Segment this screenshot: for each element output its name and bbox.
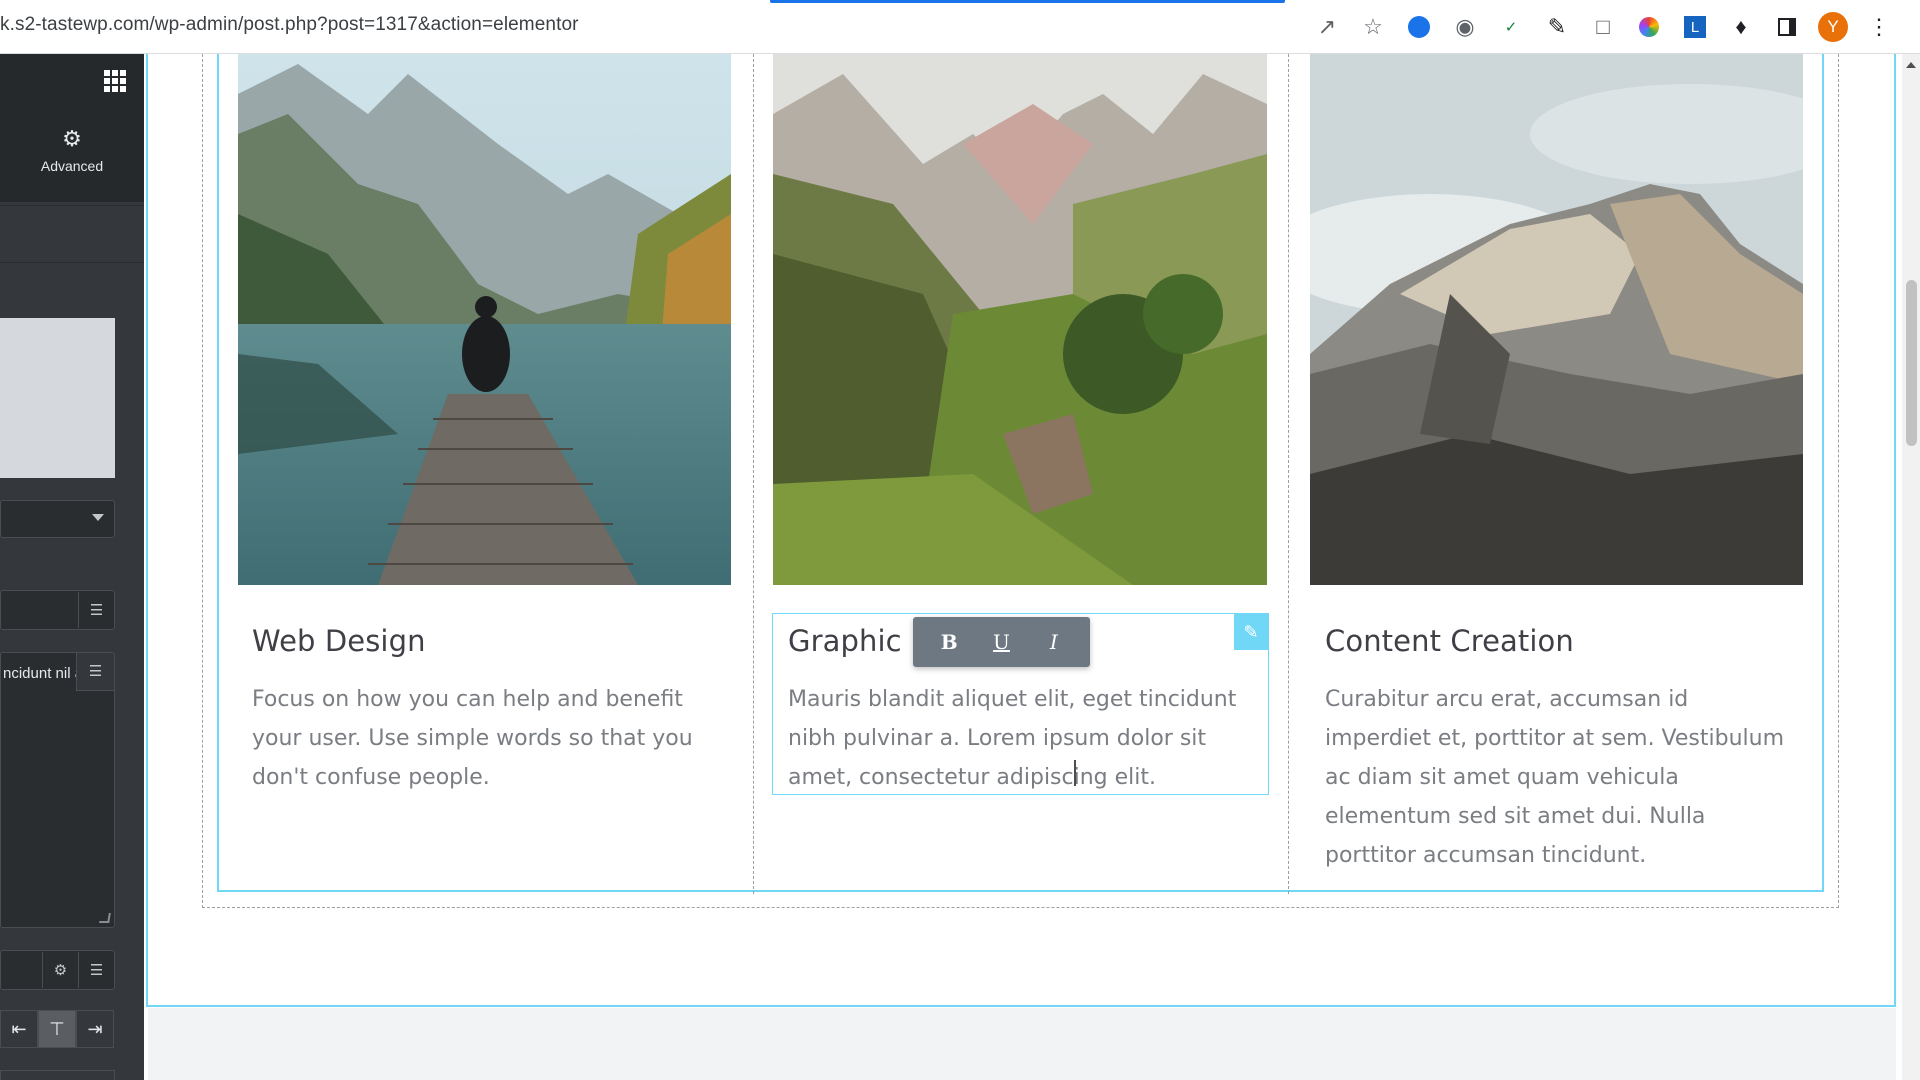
scroll-thumb[interactable] (1906, 280, 1917, 446)
pencil-icon: ✎ (1243, 621, 1259, 642)
panel-divider (0, 205, 144, 206)
resize-handle-icon[interactable] (99, 913, 111, 923)
camera-icon[interactable]: ◉ (1442, 10, 1488, 44)
image-green-valley[interactable] (773, 54, 1267, 585)
align-top-icon[interactable]: ⊤ (38, 1010, 76, 1048)
browser-address-bar: k.s2-tastewp.com/wp-admin/post.php?post=… (0, 0, 1920, 54)
pen-icon[interactable]: ✎ (1534, 10, 1580, 44)
card-text[interactable]: Focus on how you can help and benefit yo… (252, 680, 722, 797)
puzzle-icon[interactable]: ♦ (1718, 10, 1764, 44)
description-textarea[interactable]: ncidunt nil amet, ☰ (0, 652, 115, 928)
star-icon[interactable]: ☆ (1350, 10, 1396, 44)
url-field[interactable]: k.s2-tastewp.com/wp-admin/post.php?post=… (0, 14, 579, 36)
screen-capture-icon[interactable]: □ (1580, 10, 1626, 44)
gear-icon[interactable]: ⚙ (42, 952, 78, 988)
dynamic-tags-icon[interactable]: ☰ (78, 592, 114, 628)
tab-advanced[interactable]: ⚙ Advanced (0, 110, 144, 202)
text-caret (1074, 760, 1076, 786)
alignment-control: ⇤ ⊤ ⇥ (0, 1010, 115, 1048)
link-input[interactable]: ☰ (0, 590, 115, 630)
panel-header (0, 54, 144, 110)
card-text[interactable]: Curabitur arcu erat, accumsan id imperdi… (1325, 680, 1795, 875)
media-preview[interactable] (0, 318, 115, 478)
avatar: Y (1818, 12, 1848, 42)
column-divider (1288, 54, 1289, 894)
card-title[interactable]: Graphic D (788, 624, 933, 658)
underline-button[interactable]: U (981, 630, 1021, 654)
dynamic-tags-icon[interactable]: ☰ (78, 952, 114, 988)
menu-dots-icon[interactable]: ⋮ (1856, 10, 1902, 44)
page-scrollbar[interactable] (1902, 54, 1920, 1080)
color-wheel-icon[interactable] (1626, 10, 1672, 44)
card-text[interactable]: Mauris blandit aliquet elit, eget tincid… (788, 680, 1258, 797)
align-left-icon[interactable]: ⇤ (0, 1010, 38, 1048)
image-cliff-mountain[interactable] (1310, 54, 1803, 585)
active-tab-indicator (770, 0, 1285, 3)
size-select[interactable] (0, 500, 115, 538)
tab-advanced-label: Advanced (40, 158, 104, 174)
abc-check-icon[interactable]: ✓ (1488, 10, 1534, 44)
extension-blue-icon[interactable] (1396, 10, 1442, 44)
bold-button[interactable]: B (929, 630, 969, 654)
widgets-grid-icon[interactable] (104, 70, 126, 92)
chevron-down-icon (92, 514, 104, 521)
card-title[interactable]: Web Design (252, 624, 426, 658)
dynamic-tags-icon[interactable]: ☰ (76, 653, 114, 691)
panel-divider (0, 262, 144, 263)
gear-icon: ⚙ (62, 126, 82, 151)
image-lake-dock[interactable] (238, 54, 731, 585)
align-right-icon[interactable]: ⇥ (76, 1010, 114, 1048)
l-extension-icon[interactable]: L (1672, 10, 1718, 44)
inline-format-toolbar: B U I (913, 617, 1090, 667)
column-divider (753, 54, 754, 894)
sidebar-icon[interactable] (1764, 10, 1810, 44)
panel-field[interactable] (0, 1070, 115, 1080)
edit-widget-button[interactable]: ✎ (1234, 614, 1268, 650)
next-section (148, 1008, 1896, 1080)
card-title[interactable]: Content Creation (1325, 624, 1574, 658)
italic-button[interactable]: I (1034, 630, 1074, 654)
scroll-up-icon[interactable] (1902, 58, 1920, 72)
profile-avatar[interactable]: Y (1810, 10, 1856, 44)
browser-toolbar-icons: ↗ ☆ ◉ ✓ ✎ □ L ♦ Y ⋮ (1304, 10, 1902, 44)
control-row: ⚙ ☰ (0, 950, 115, 990)
share-icon[interactable]: ↗ (1304, 10, 1350, 44)
